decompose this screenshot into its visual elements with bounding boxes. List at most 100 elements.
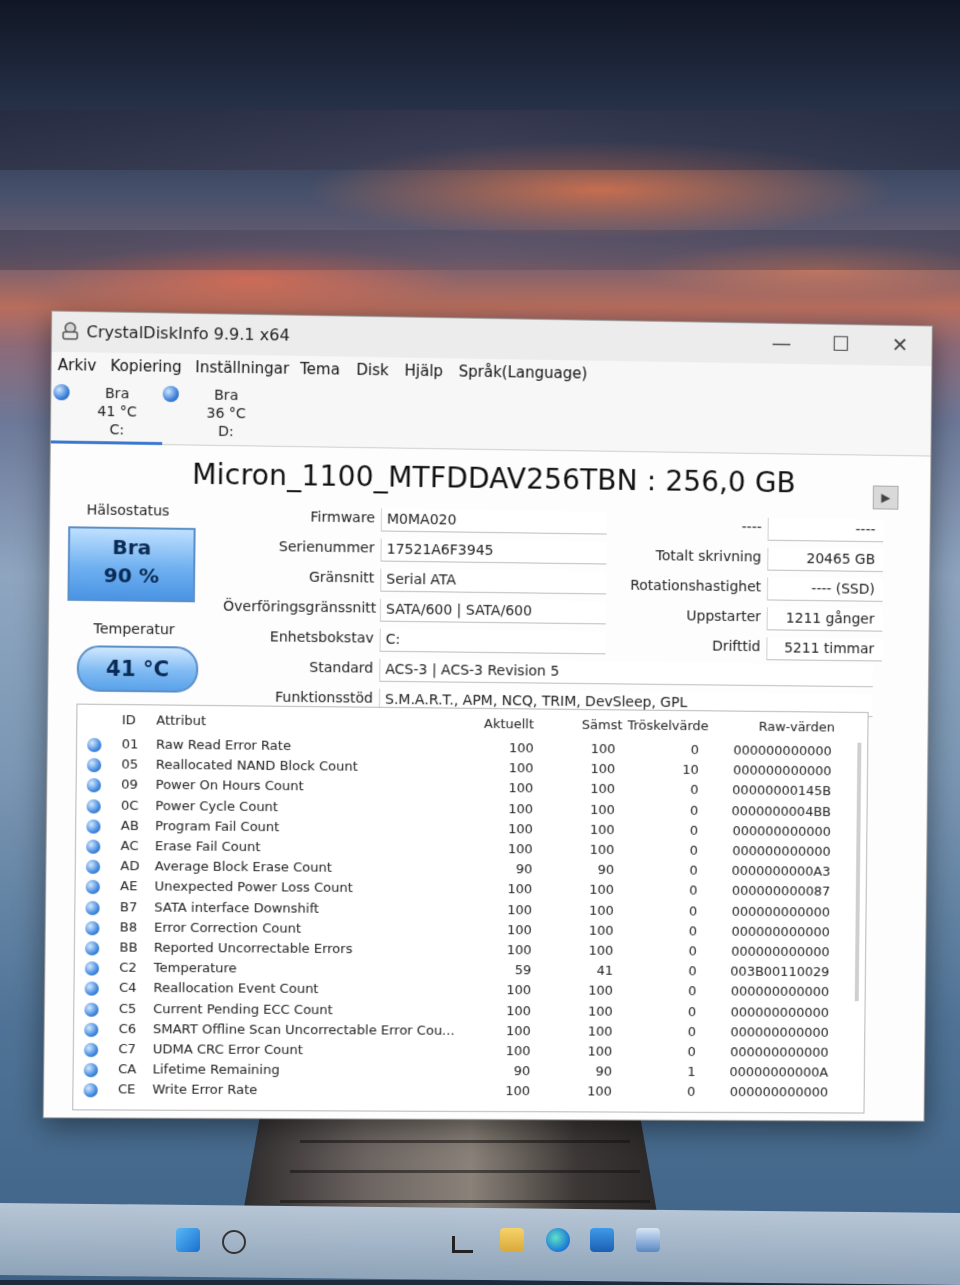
- cell-worst: 100: [590, 762, 616, 778]
- attribute-status-icon: [86, 798, 101, 814]
- menu-sprak[interactable]: Språk(Language): [459, 362, 588, 382]
- firmware-value: M0MA020: [380, 508, 607, 535]
- cell-id: CA: [118, 1062, 137, 1078]
- minimize-button[interactable]: —: [762, 328, 802, 359]
- cell-current: 100: [507, 902, 533, 918]
- cell-raw: 000000000000: [732, 844, 831, 860]
- cell-attr: Error Correction Count: [153, 920, 302, 937]
- cell-worst: 41: [596, 963, 614, 979]
- cell-id: C7: [118, 1042, 137, 1058]
- drive-health-indicator-icon: [162, 385, 179, 403]
- menu-kopiering[interactable]: Kopiering: [110, 357, 182, 376]
- cell-threshold: 0: [687, 1045, 696, 1061]
- cell-raw: 000000000000: [730, 1025, 829, 1041]
- health-status-label: Hälsostatus: [86, 502, 170, 520]
- search-icon[interactable]: [222, 1230, 246, 1254]
- cell-threshold: 0: [688, 964, 697, 980]
- cell-attr: SMART Offline Scan Uncorrectable Error C…: [152, 1021, 455, 1039]
- drive-letter-label: Enhetsbokstav: [269, 629, 374, 647]
- drive-tab-d[interactable]: Bra 36 °C D:: [160, 385, 272, 444]
- cell-attr: Write Error Rate: [152, 1082, 258, 1099]
- col-header-current[interactable]: Aktuellt: [484, 717, 534, 733]
- drive-temp: 36 °C: [206, 405, 246, 423]
- window-title: CrystalDiskInfo 9.9.1 x64: [86, 322, 290, 345]
- attribute-status-icon: [84, 1022, 99, 1037]
- menu-arkiv[interactable]: Arkiv: [58, 356, 97, 375]
- table-row[interactable]: CE Write Error Rate 100 100 0 000000000000: [73, 1081, 834, 1104]
- right-placeholder-label: ----: [741, 519, 762, 536]
- cell-current: 100: [507, 821, 533, 838]
- cell-worst: 100: [586, 1084, 612, 1100]
- cell-raw: 00000000000A: [729, 1065, 829, 1081]
- cell-threshold: 0: [689, 863, 698, 879]
- cell-current: 100: [507, 882, 533, 898]
- rotation-speed-label: Rotationshastighet: [630, 577, 762, 596]
- cell-worst: 90: [595, 1064, 613, 1080]
- cell-attr: Reallocation Event Count: [153, 981, 319, 998]
- next-disk-button[interactable]: ▶: [872, 485, 899, 510]
- app-icon: [60, 321, 80, 341]
- disk-details-panel: Micron_1100_MTFDDAV256TBN : 256,0 GB ▶ H…: [43, 443, 931, 1121]
- cell-attr: UDMA CRC Error Count: [152, 1042, 303, 1059]
- attribute-status-icon: [84, 961, 100, 976]
- attribute-status-icon: [83, 1083, 98, 1098]
- crystaldiskinfo-taskbar-icon[interactable]: [636, 1228, 660, 1252]
- menu-hjalp[interactable]: Hjälp: [404, 362, 443, 381]
- edge-icon[interactable]: [546, 1228, 570, 1252]
- col-header-id[interactable]: ID: [122, 713, 136, 728]
- store-icon[interactable]: [590, 1228, 614, 1252]
- temperature-badge[interactable]: 41 °C: [76, 645, 199, 693]
- cell-raw: 000000000000: [733, 743, 832, 760]
- cell-current: 100: [505, 1023, 531, 1040]
- cell-threshold: 0: [688, 944, 697, 960]
- serial-value: 17521A6F3945: [380, 538, 607, 565]
- menu-disk[interactable]: Disk: [356, 361, 389, 380]
- drive-tab-c[interactable]: Bra 41 °C C:: [50, 384, 163, 446]
- cell-threshold: 0: [687, 1004, 697, 1020]
- standard-label: Standard: [309, 659, 374, 677]
- attribute-status-icon: [83, 1042, 99, 1058]
- cell-raw: 0000000004BB: [731, 803, 832, 820]
- health-status-badge[interactable]: Bra 90 %: [67, 526, 196, 603]
- cell-raw: 000000000000: [731, 924, 830, 941]
- cell-worst: 90: [597, 863, 615, 879]
- firmware-label: Firmware: [310, 509, 375, 527]
- cell-attr: SATA interface Downshift: [154, 900, 320, 917]
- attribute-status-icon: [84, 981, 99, 997]
- task-view-icon[interactable]: [452, 1236, 473, 1253]
- attribute-status-icon: [83, 1063, 99, 1078]
- cell-attr: Current Pending ECC Count: [153, 1001, 333, 1018]
- cell-worst: 100: [588, 903, 614, 919]
- power-on-hours-label: Drifttid: [711, 638, 761, 656]
- col-header-threshold[interactable]: Tröskelvärde: [628, 718, 709, 734]
- power-on-count-label: Uppstarter: [686, 608, 761, 626]
- cell-id: 09: [121, 777, 139, 794]
- attribute-status-icon: [86, 839, 101, 854]
- cell-worst: 100: [588, 923, 614, 939]
- health-percent-value: 90 %: [103, 562, 160, 588]
- cell-attr: Reported Uncorrectable Errors: [153, 940, 353, 958]
- col-header-worst[interactable]: Sämst: [582, 718, 623, 733]
- cell-raw: 0000000000A3: [731, 864, 831, 880]
- cell-attr: Power On Hours Count: [155, 778, 304, 795]
- table-scrollbar[interactable]: [854, 742, 862, 1002]
- cell-attr: Erase Fail Count: [154, 839, 261, 856]
- maximize-button[interactable]: ☐: [821, 329, 861, 359]
- start-icon[interactable]: [176, 1228, 200, 1252]
- col-header-attribute[interactable]: Attribut: [156, 713, 206, 729]
- cell-id: BB: [119, 940, 138, 956]
- cell-threshold: 0: [688, 924, 698, 940]
- cell-current: 100: [508, 761, 534, 777]
- close-button[interactable]: ✕: [880, 330, 920, 360]
- smart-attributes-table[interactable]: ID Attribut Aktuellt Sämst Tröskelvärde …: [72, 703, 869, 1114]
- menu-installningar[interactable]: Inställningar: [195, 358, 289, 378]
- cell-worst: 100: [590, 742, 616, 758]
- cell-id: AD: [120, 859, 140, 875]
- menu-tema[interactable]: Tema: [300, 360, 340, 379]
- attribute-status-icon: [86, 758, 102, 773]
- col-header-raw[interactable]: Raw-värden: [759, 720, 835, 736]
- cell-id: AE: [120, 879, 138, 895]
- cell-current: 100: [506, 922, 532, 939]
- right-placeholder-value: ----: [767, 517, 884, 543]
- file-explorer-icon[interactable]: [500, 1228, 524, 1252]
